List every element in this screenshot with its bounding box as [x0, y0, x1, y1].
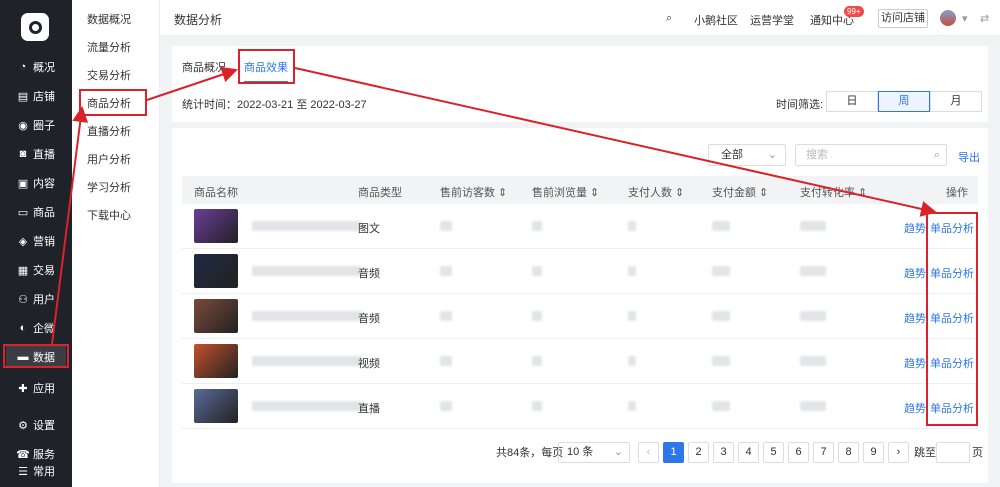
annotation-arrows	[51, 66, 937, 345]
arrow-to-action	[294, 67, 937, 217]
arrow-to-tab	[146, 66, 238, 101]
arrow-to-submenu	[51, 106, 89, 345]
